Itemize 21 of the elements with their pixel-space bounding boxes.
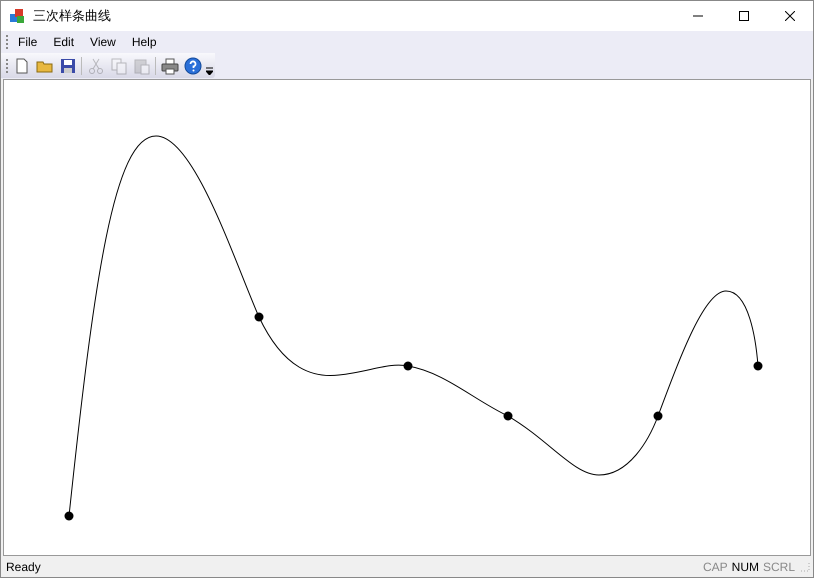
menu-item[interactable]: Edit: [47, 33, 80, 51]
status-indicator: NUM: [730, 558, 760, 576]
status-indicator: CAP: [702, 558, 729, 576]
app-icon: [9, 8, 25, 24]
status-indicator: SCRL: [762, 558, 796, 576]
menu-item[interactable]: File: [12, 33, 44, 51]
close-icon: [785, 11, 795, 21]
printer-icon: [160, 56, 178, 74]
resize-grip-icon: [799, 560, 811, 572]
menu-item[interactable]: View: [84, 33, 122, 51]
toolbar-button[interactable]: [160, 56, 179, 76]
menu-item[interactable]: Help: [126, 33, 163, 51]
clipboard-icon: [132, 56, 150, 74]
copy-icon: [110, 56, 128, 74]
maximize-icon: [739, 11, 749, 21]
scissors-icon: [86, 56, 104, 74]
help-icon: [184, 56, 202, 74]
toolbar-button[interactable]: [183, 56, 202, 76]
window-title: 三次样条曲线: [33, 7, 111, 26]
status-text: Ready: [6, 558, 42, 576]
overflow-icon: [206, 66, 213, 74]
